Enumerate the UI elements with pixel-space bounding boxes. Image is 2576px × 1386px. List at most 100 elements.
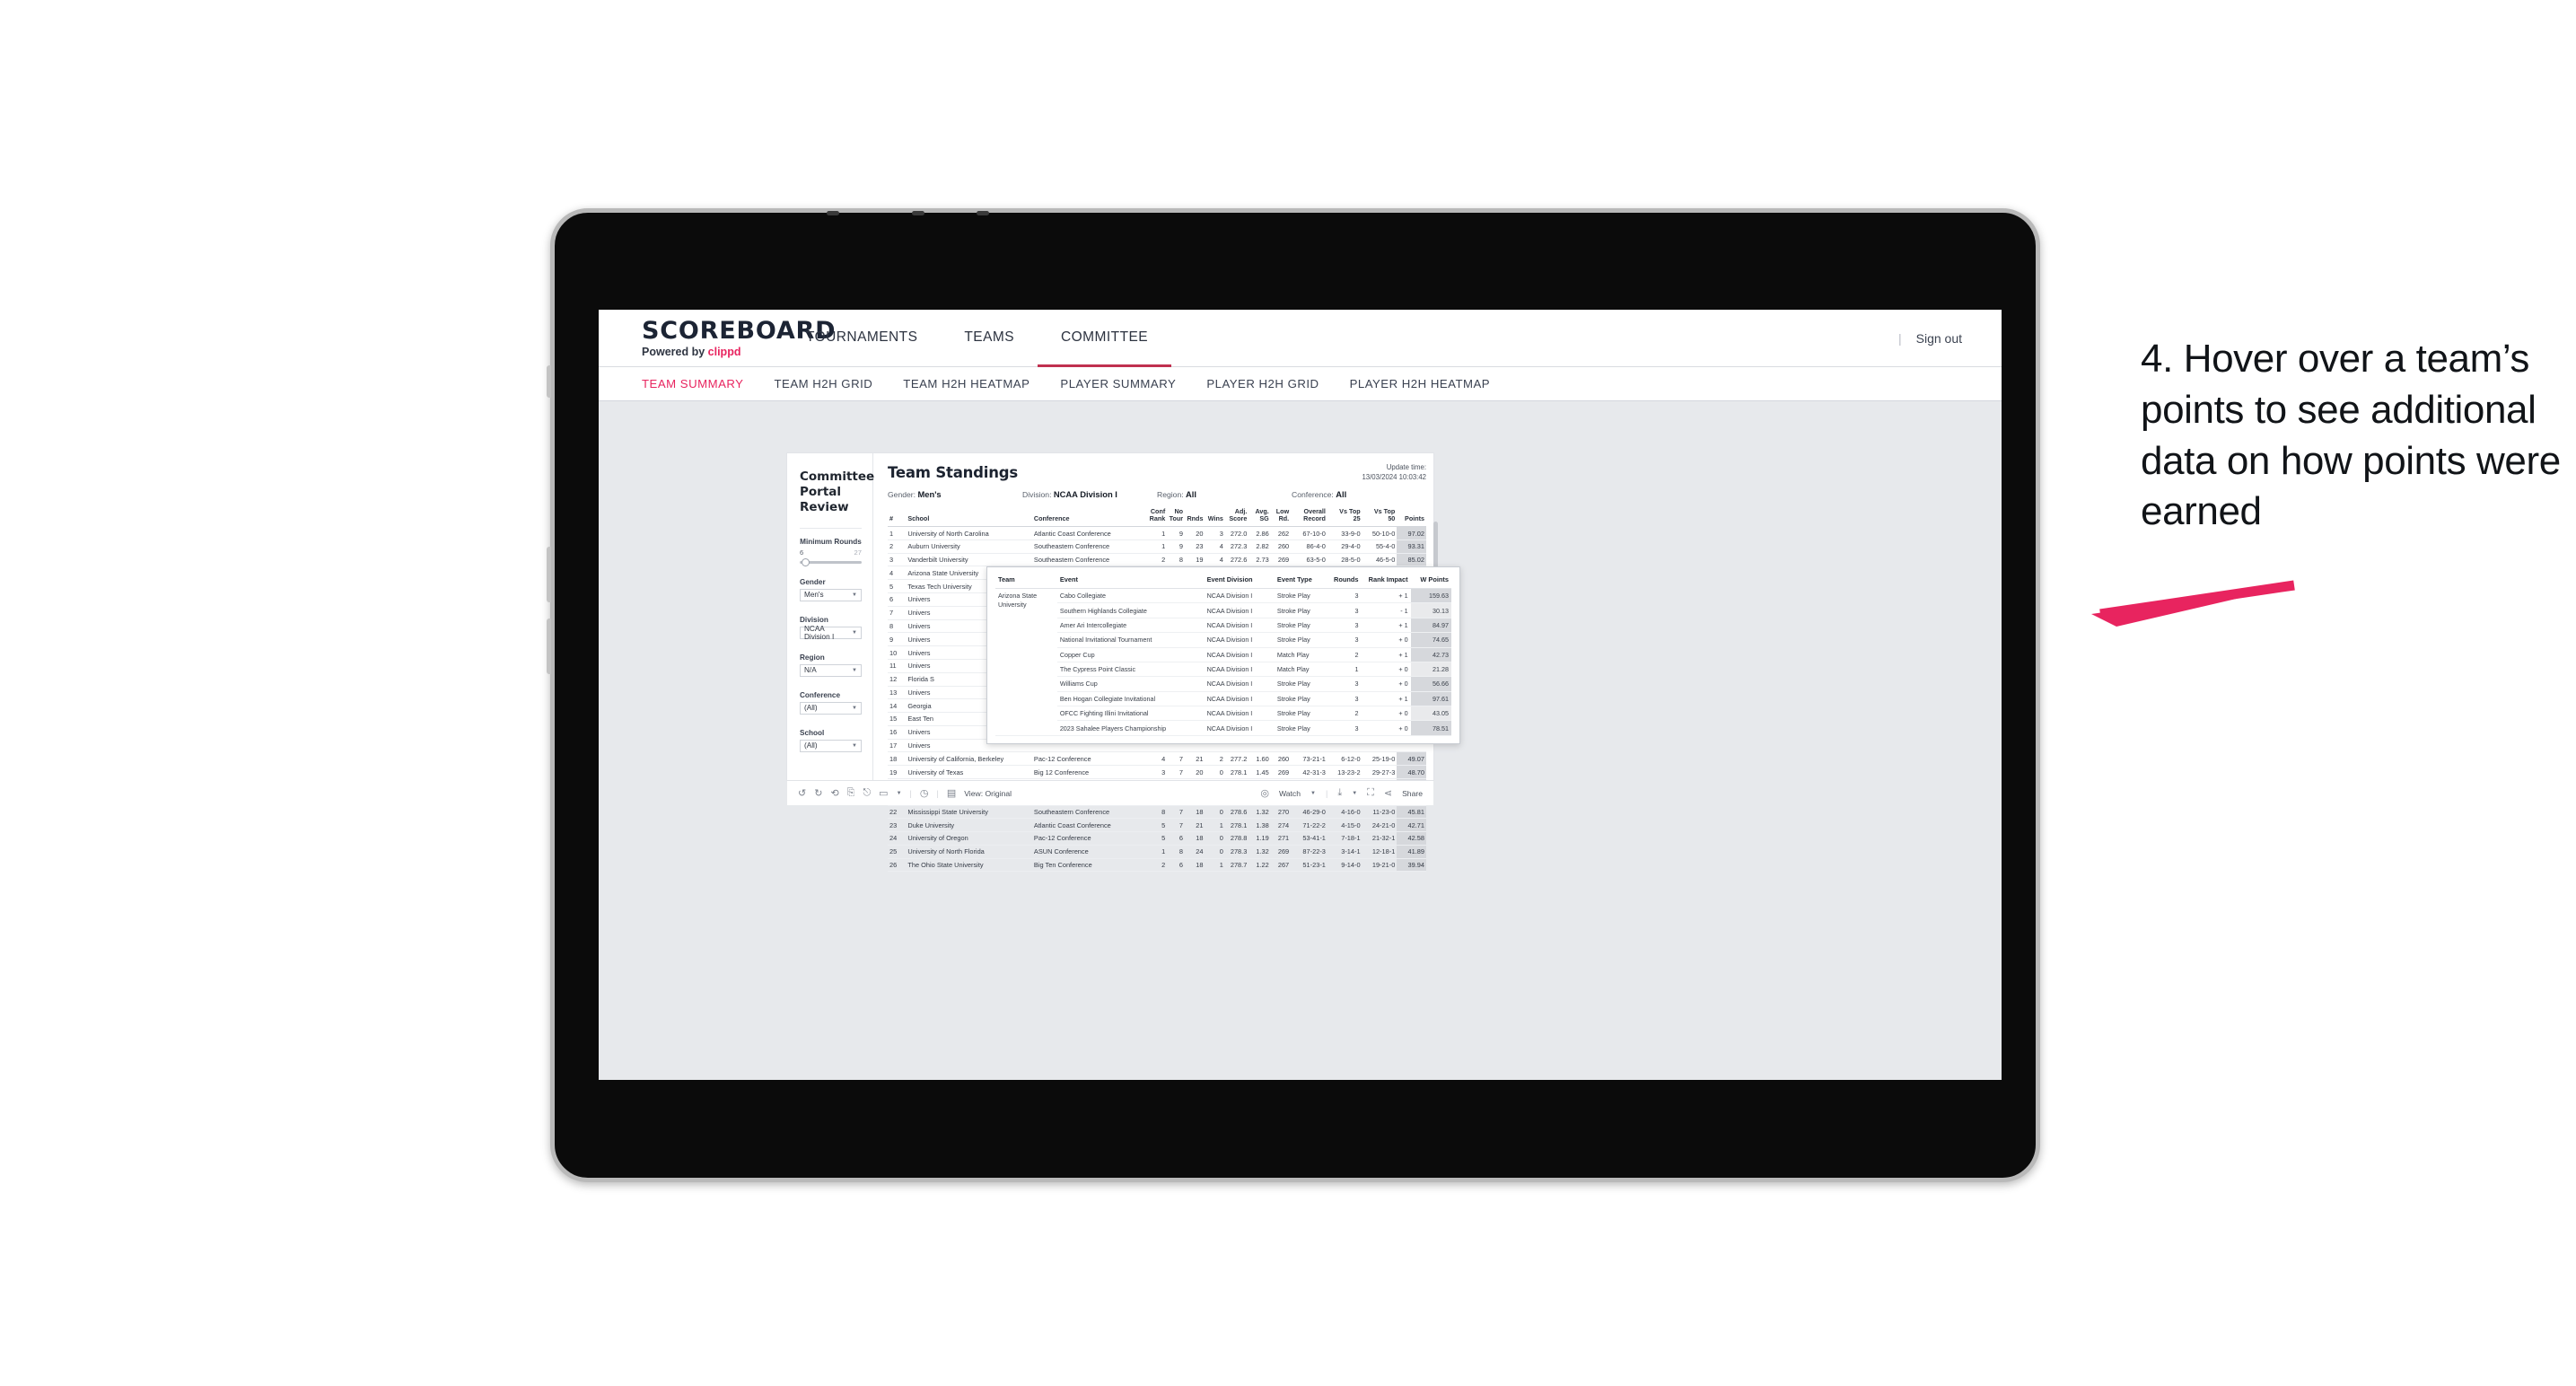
col-overall-record[interactable]: Overall Record xyxy=(1291,507,1327,528)
table-row[interactable]: 26 The Ohio State University Big Ten Confe… xyxy=(888,858,1426,873)
tab-team-h2h-grid[interactable]: TEAM H2H GRID xyxy=(774,377,872,390)
undo-icon[interactable]: ↺ xyxy=(798,787,806,799)
tab-team-h2h-heatmap[interactable]: TEAM H2H HEATMAP xyxy=(903,377,1030,390)
tab-player-h2h-heatmap[interactable]: PLAYER H2H HEATMAP xyxy=(1350,377,1491,390)
tooltip-cell-event-type: Stroke Play xyxy=(1274,618,1329,634)
share-label[interactable]: Share xyxy=(1402,789,1423,798)
cell-points[interactable]: 93.31 xyxy=(1397,539,1426,554)
breadcrumb-conference: Conference: All xyxy=(1292,489,1426,499)
breadcrumb-region: Region: All xyxy=(1157,489,1292,499)
filter-icon[interactable]: ▭ xyxy=(879,787,888,799)
col-vs-top-25[interactable]: Vs Top 25 xyxy=(1327,507,1362,528)
cell-points[interactable]: 39.94 xyxy=(1397,858,1426,873)
watch-icon[interactable]: ◎ xyxy=(1260,787,1269,799)
cell-school: University of Oregon xyxy=(906,831,1032,846)
table-row[interactable]: 23 Duke University Atlantic Coast Conferen… xyxy=(888,818,1426,833)
viz-toolbar: ↺ ↻ ⟲ ⎘ ⎋ ▭ ▼ | ◷ | ▤ View: Original ◎ W… xyxy=(787,780,1433,805)
col-vs-top-50[interactable]: Vs Top 50 xyxy=(1362,507,1398,528)
cell-school: The Ohio State University xyxy=(906,858,1032,873)
view-icon[interactable]: ▤ xyxy=(947,787,956,799)
nav-item-committee[interactable]: COMMITTEE xyxy=(1038,310,1172,367)
redo-icon[interactable]: ↻ xyxy=(814,787,822,799)
cell-avg-sg: 1.32 xyxy=(1249,845,1271,859)
brand-logo[interactable]: SCOREBOARD Powered by clippd xyxy=(599,310,836,366)
col-rnds[interactable]: Rnds xyxy=(1185,507,1205,528)
min-rounds-slider[interactable] xyxy=(800,557,862,566)
chevron-down-icon[interactable]: ▼ xyxy=(1352,791,1357,796)
points-tooltip: Team Event Event Division Event Type Rou… xyxy=(986,566,1460,744)
chevron-down-icon[interactable]: ▼ xyxy=(897,791,902,796)
cell-no-tour: 9 xyxy=(1167,539,1186,554)
fullscreen-icon[interactable]: ⛶ xyxy=(1367,787,1374,799)
tooltip-cell-w-points: 97.61 xyxy=(1410,691,1451,707)
filter-division-select[interactable]: NCAA Division I ▼ xyxy=(800,625,862,641)
col-rank[interactable]: # xyxy=(888,507,907,528)
cell-rank: 19 xyxy=(888,765,907,779)
slider-handle[interactable] xyxy=(802,557,810,566)
tablet-volume-up[interactable] xyxy=(547,547,551,602)
cell-points[interactable]: 85.02 xyxy=(1397,553,1426,567)
filter-gender-select[interactable]: Men's ▼ xyxy=(800,588,862,601)
tablet-button-top[interactable] xyxy=(547,365,551,398)
chevron-down-icon[interactable]: ▼ xyxy=(1310,791,1316,796)
cell-adj-score: 278.8 xyxy=(1224,831,1249,846)
filter-school: School (All) ▼ xyxy=(800,729,862,752)
toolbar-divider-1: | xyxy=(909,788,912,798)
history-icon[interactable]: ◷ xyxy=(920,787,929,799)
nav-item-tournaments[interactable]: TOURNAMENTS xyxy=(783,310,941,367)
col-wins[interactable]: Wins xyxy=(1205,507,1225,528)
col-avg-sg[interactable]: Avg. SG xyxy=(1249,507,1271,528)
tab-player-summary[interactable]: PLAYER SUMMARY xyxy=(1060,377,1176,390)
chevron-down-icon: ▼ xyxy=(852,629,857,636)
sign-out-link[interactable]: Sign out xyxy=(1916,331,1962,346)
col-no-tour[interactable]: No Tour xyxy=(1167,507,1186,528)
table-row[interactable]: 19 University of Texas Big 12 Conference 3 7… xyxy=(888,765,1426,779)
table-row[interactable]: 22 Mississippi State University Southeaste… xyxy=(888,805,1426,820)
table-row[interactable]: 1 University of North Carolina Atlantic Co… xyxy=(888,526,1426,540)
cell-points[interactable]: 97.02 xyxy=(1397,526,1426,540)
cell-no-tour: 6 xyxy=(1167,831,1186,846)
col-adj-score[interactable]: Adj. Score xyxy=(1224,507,1249,528)
cell-points[interactable]: 42.58 xyxy=(1397,831,1426,846)
tablet-sensor-2 xyxy=(912,211,924,215)
share-icon[interactable]: ⋖ xyxy=(1384,787,1392,799)
cell-adj-score: 272.3 xyxy=(1224,539,1249,554)
col-school[interactable]: School xyxy=(906,507,1032,528)
tablet-volume-down[interactable] xyxy=(547,618,551,674)
filter-school-select[interactable]: (All) ▼ xyxy=(800,739,862,752)
col-conf-rank[interactable]: Conf Rank xyxy=(1147,507,1168,528)
col-points[interactable]: Points xyxy=(1397,507,1426,528)
filter-rail: Committee Portal Review Minimum Rounds 6… xyxy=(787,453,874,780)
col-conference[interactable]: Conference xyxy=(1031,507,1148,528)
view-label[interactable]: View: Original xyxy=(964,789,1012,798)
breadcrumb-gender-value: Men's xyxy=(917,489,942,499)
dashboard-canvas: Committee Portal Review Minimum Rounds 6… xyxy=(599,401,2002,1079)
nav-item-teams[interactable]: TEAMS xyxy=(941,310,1038,367)
cell-wins: 4 xyxy=(1205,539,1225,554)
table-row[interactable]: 3 Vanderbilt University Southeastern Confe… xyxy=(888,553,1426,567)
cell-points[interactable]: 42.71 xyxy=(1397,818,1426,833)
cell-rank: 12 xyxy=(888,672,907,687)
tooltip-cell-event: 2023 Sahalee Players Championship xyxy=(1056,720,1205,736)
table-row[interactable]: 2 Auburn University Southeastern Conferenc… xyxy=(888,539,1426,554)
pause-icon[interactable]: ⎋ xyxy=(863,787,871,799)
revert-icon[interactable]: ⟲ xyxy=(830,787,838,799)
table-row[interactable]: 18 University of California, Berkeley Pac-… xyxy=(888,751,1426,767)
filter-region-select[interactable]: N/A ▼ xyxy=(800,663,862,677)
watch-label[interactable]: Watch xyxy=(1279,789,1301,798)
download-icon[interactable]: ⤓ xyxy=(1337,787,1342,799)
filter-conference-select[interactable]: (All) ▼ xyxy=(800,701,862,715)
refresh-icon[interactable]: ⎘ xyxy=(847,787,855,799)
cell-vs-top-25: 4-15-0 xyxy=(1327,818,1362,833)
cell-points[interactable]: 41.89 xyxy=(1397,845,1426,859)
cell-points[interactable]: 45.81 xyxy=(1397,805,1426,820)
cell-points[interactable]: 49.07 xyxy=(1397,751,1426,767)
cell-points[interactable]: 48.70 xyxy=(1397,765,1426,779)
cell-no-tour: 8 xyxy=(1167,845,1186,859)
table-row[interactable]: 25 University of North Florida ASUN Confer… xyxy=(888,845,1426,859)
tab-player-h2h-grid[interactable]: PLAYER H2H GRID xyxy=(1206,377,1319,390)
table-row[interactable]: 24 University of Oregon Pac-12 Conference 5… xyxy=(888,831,1426,846)
tooltip-team-name: Arizona State University xyxy=(995,588,1057,736)
tab-team-summary[interactable]: TEAM SUMMARY xyxy=(642,377,743,390)
col-low-rd[interactable]: Low Rd. xyxy=(1270,507,1292,528)
